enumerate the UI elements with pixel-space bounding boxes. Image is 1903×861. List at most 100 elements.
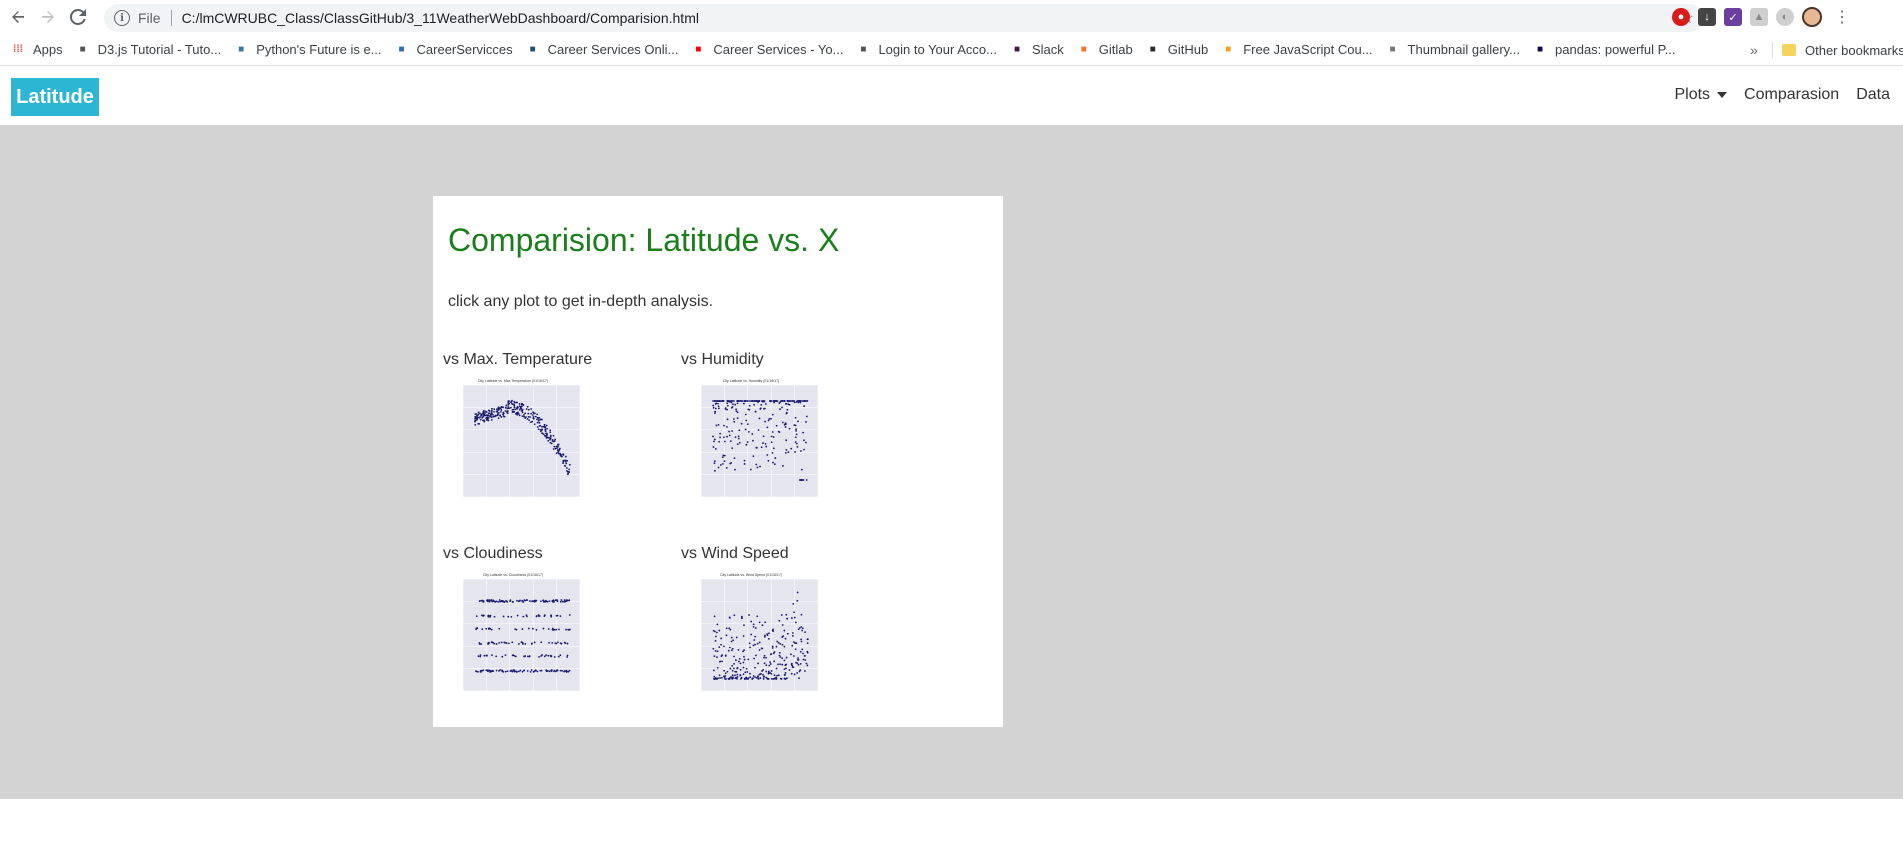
scatter-point	[554, 438, 557, 441]
scatter-point	[724, 672, 727, 675]
scatter-point	[753, 639, 756, 641]
scatter-point	[555, 670, 557, 673]
pandas-icon: ■	[1537, 44, 1544, 55]
scatter-point	[490, 414, 492, 416]
forward-icon[interactable]	[36, 5, 60, 29]
scatter-point	[754, 627, 757, 629]
scatter-point	[522, 404, 525, 406]
scatter-point	[785, 402, 787, 405]
bookmark-item[interactable]: ■ Login to Your Acco...	[855, 42, 997, 58]
scatter-point	[786, 400, 789, 402]
brand-logo[interactable]: Latitude	[11, 78, 99, 116]
scatter-point	[555, 628, 558, 631]
scatter-point	[742, 402, 745, 405]
scatter-point	[726, 670, 729, 673]
bookmark-item[interactable]: ■ Python's Future is e...	[233, 42, 381, 58]
scatter-point	[743, 463, 746, 465]
url-text[interactable]: C:/lmCWRUBC_Class/ClassGitHub/3_11Weathe…	[182, 10, 699, 26]
plot-thumbnail-cloudiness[interactable]: City Latitude vs. Cloudiness (01/16/17)	[443, 571, 583, 701]
bookmark-item[interactable]: ■ Thumbnail gallery...	[1385, 42, 1521, 58]
scatter-point	[481, 669, 484, 672]
gallery-icon: ■	[1389, 44, 1396, 55]
bookmark-item[interactable]: ■ Free JavaScript Cou...	[1220, 42, 1372, 58]
scatter-point	[482, 600, 485, 603]
nav-data-link[interactable]: Data	[1856, 86, 1890, 104]
reload-icon[interactable]	[66, 5, 90, 29]
scatter-point	[795, 642, 798, 645]
other-bookmarks-folder[interactable]: Other bookmarks	[1782, 34, 1903, 66]
bookmark-item[interactable]: ■ GitHub	[1145, 42, 1209, 58]
scatter-point	[800, 400, 802, 402]
scatter-point	[731, 664, 734, 667]
scatter-point	[508, 400, 511, 402]
scatter-point	[500, 641, 503, 644]
scatter-point	[498, 599, 501, 601]
scatter-point	[563, 670, 566, 673]
plot-card-wind-speed[interactable]: vs Wind Speed City Latitude vs. Wind Spe…	[681, 545, 821, 706]
scatter-point	[514, 408, 517, 411]
bookmark-item[interactable]: ■ CareerServicces	[394, 42, 512, 58]
scatter-point	[783, 629, 786, 632]
scatter-point	[564, 455, 567, 458]
scatter-point	[534, 415, 537, 418]
nav-comparison-link[interactable]: Comparasion	[1744, 86, 1839, 104]
page-subtitle: click any plot to get in-depth analysis.	[448, 293, 714, 310]
address-bar[interactable]: i File C:/lmCWRUBC_Class/ClassGitHub/3_1…	[104, 4, 1704, 32]
scatter-point	[501, 600, 504, 603]
scatter-point	[730, 636, 733, 639]
scatter-point	[506, 407, 509, 410]
plot-thumbnail-temperature[interactable]: City Latitude vs. Max Temperature (01/16…	[443, 377, 583, 507]
scatter-point	[749, 672, 751, 675]
checkbox-extension-icon[interactable]: ✓	[1724, 8, 1742, 26]
scatter-point	[560, 642, 563, 645]
download-icon[interactable]: ↓	[1698, 8, 1716, 26]
plot-card-humidity[interactable]: vs Humidity City Latitude vs. Humidity (…	[681, 351, 821, 512]
adblock-icon[interactable]: ●	[1672, 8, 1690, 26]
plot-card-temperature[interactable]: vs Max. Temperature City Latitude vs. Ma…	[443, 351, 592, 512]
nav-plots-dropdown[interactable]: Plots	[1674, 86, 1728, 104]
scatter-point	[559, 453, 562, 456]
bookmark-item[interactable]: ■ Gitlab	[1076, 42, 1133, 58]
scatter-point	[729, 400, 732, 403]
github-icon: ■	[1149, 44, 1156, 55]
bookmark-item[interactable]: ■ Slack	[1009, 42, 1064, 58]
scatter-point	[717, 677, 719, 680]
info-icon[interactable]: i	[114, 10, 130, 26]
bookmark-item[interactable]: ■ Career Services Onli...	[525, 42, 679, 58]
plot-thumbnail-wind-speed[interactable]: City Latitude vs. Wind Speed (01/16/17)	[681, 571, 821, 701]
pdf-extension-icon[interactable]: ▲	[1750, 8, 1768, 26]
scatter-point	[800, 640, 803, 643]
scatter-point	[746, 400, 749, 402]
scatter-point	[752, 625, 755, 628]
browser-menu-icon[interactable]: ⋮	[1834, 7, 1850, 27]
scatter-point	[752, 675, 755, 677]
bookmark-item[interactable]: ■ Career Services - Yo...	[690, 42, 843, 58]
profile-avatar[interactable]	[1802, 7, 1822, 27]
bookmark-item[interactable]: ⁞⁞⁞ Apps	[10, 42, 63, 58]
scatter-point	[474, 415, 477, 418]
plot-card-cloudiness[interactable]: vs Cloudiness City Latitude vs. Cloudine…	[443, 545, 583, 706]
scatter-point	[775, 677, 778, 680]
scatter-point	[762, 678, 765, 680]
scatter-point	[534, 669, 537, 672]
scatter-point	[485, 669, 488, 672]
scatter-point	[742, 666, 745, 669]
plot-thumbnail-humidity[interactable]: City Latitude vs. Humidity (01/16/17)	[681, 377, 821, 507]
scatter-point	[499, 414, 502, 417]
scatter-point	[798, 670, 801, 673]
scatter-point	[772, 678, 775, 680]
scatter-point	[491, 600, 494, 603]
disabled-extension-icon[interactable]: ◐	[1776, 8, 1794, 26]
scatter-point	[736, 443, 739, 446]
scatter-point	[800, 450, 802, 452]
bookmark-item[interactable]: ■ pandas: powerful P...	[1532, 42, 1675, 58]
scatter-point	[768, 664, 771, 667]
back-icon[interactable]	[6, 5, 30, 29]
more-bookmarks-chevron[interactable]: »	[1750, 42, 1758, 58]
scatter-point	[782, 465, 784, 467]
scatter-point	[744, 413, 747, 416]
scatter-point	[797, 663, 800, 666]
scatter-point	[538, 655, 540, 658]
bookmark-item[interactable]: ■ D3.js Tutorial - Tuto...	[75, 42, 222, 58]
scatter-point	[729, 667, 732, 670]
